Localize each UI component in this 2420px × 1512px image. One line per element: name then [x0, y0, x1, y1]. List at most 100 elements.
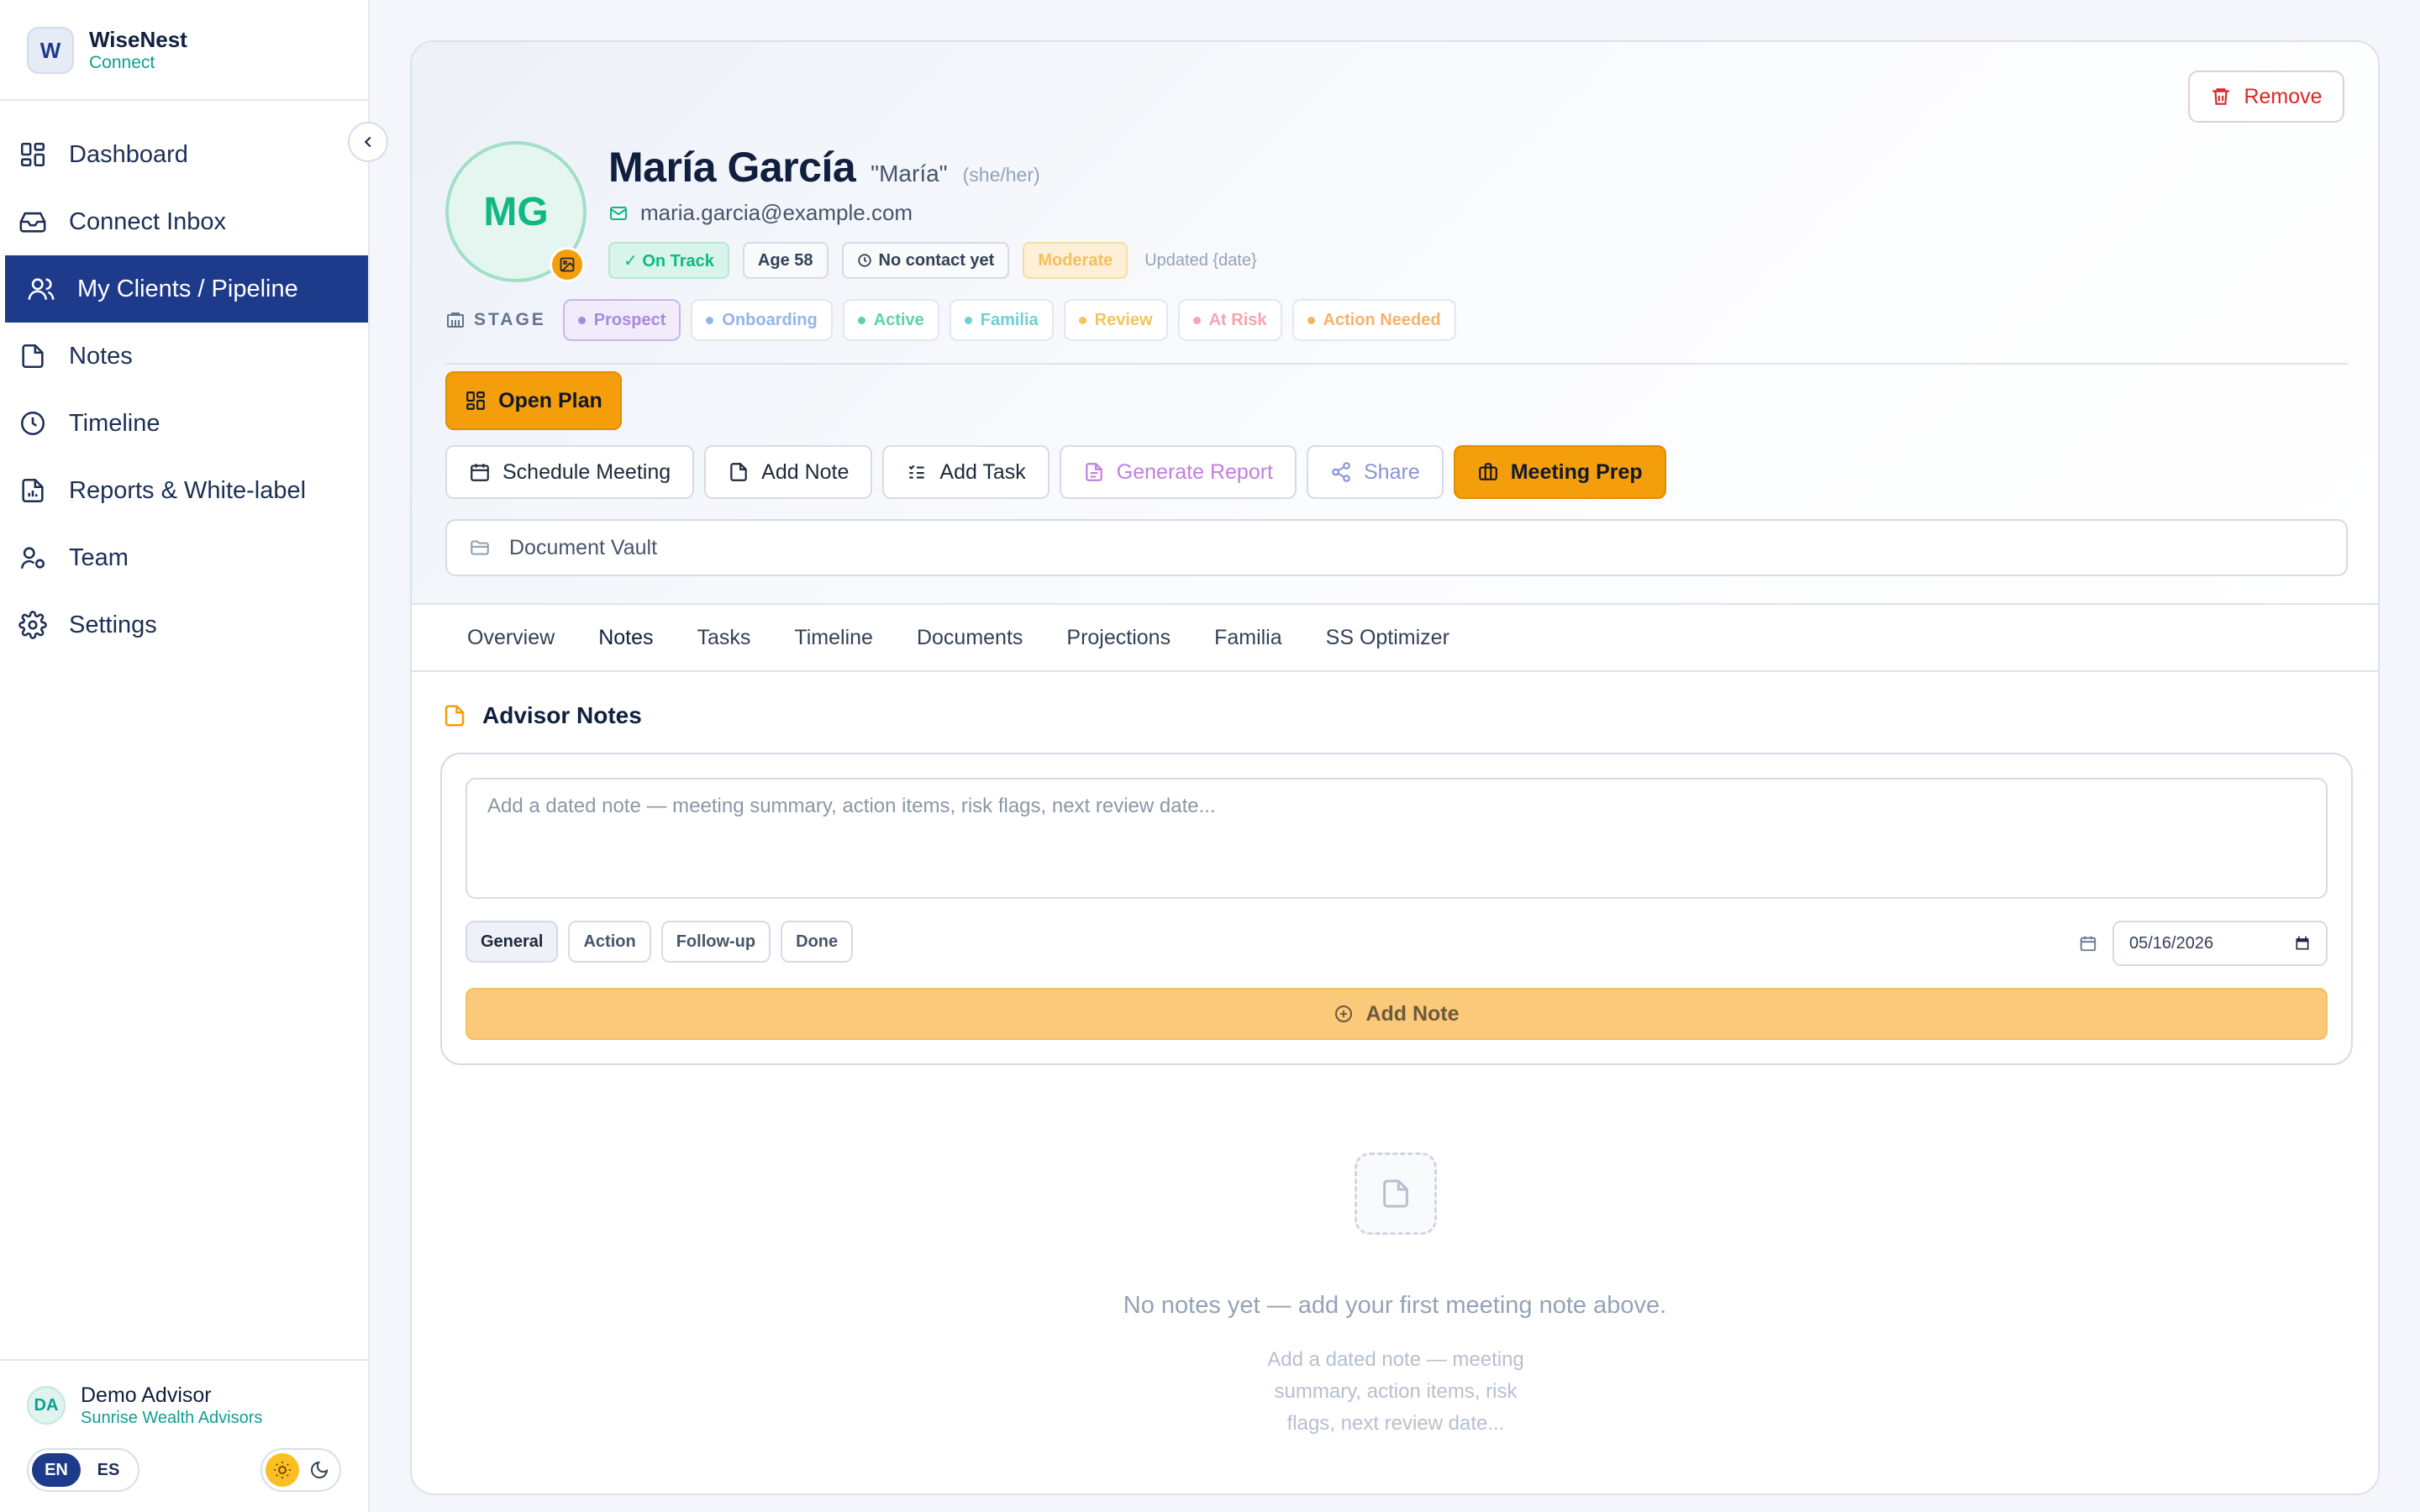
note-input[interactable]: [466, 778, 2328, 899]
stage-selector: STAGE Prospect Onboarding Active Familia…: [445, 299, 1456, 341]
collapse-sidebar-button[interactable]: [348, 122, 388, 162]
schedule-meeting-button[interactable]: Schedule Meeting: [445, 445, 695, 499]
sidebar-item-settings[interactable]: Settings: [0, 591, 368, 659]
lang-es-button[interactable]: ES: [84, 1453, 133, 1487]
share-button[interactable]: Share: [1307, 445, 1444, 499]
note-date: 05/16/2026: [2079, 921, 2328, 966]
generate-report-button[interactable]: Generate Report: [1059, 445, 1297, 499]
calendar-icon: [2080, 936, 2096, 952]
sidebar-item-timeline[interactable]: Timeline: [0, 390, 368, 457]
stage-review[interactable]: Review: [1063, 299, 1168, 341]
user-profile[interactable]: DA Demo Advisor Sunrise Wealth Advisors: [27, 1383, 262, 1428]
tab-ss-optimizer[interactable]: SS Optimizer: [1304, 605, 1471, 670]
image-icon: [560, 257, 575, 272]
building-icon: [447, 312, 464, 328]
mail-icon: [610, 206, 627, 220]
open-plan-button[interactable]: Open Plan: [445, 371, 622, 430]
calendar-picker-icon[interactable]: [2294, 935, 2311, 952]
stage-dot: [857, 316, 865, 324]
file-icon: [1383, 1179, 1408, 1208]
client-email[interactable]: maria.garcia@example.com: [608, 200, 913, 226]
sidebar-item-my-clients[interactable]: My Clients / Pipeline: [5, 255, 368, 323]
chip-general[interactable]: General: [466, 921, 559, 963]
briefcase-icon: [1478, 463, 1497, 480]
chip-follow-up[interactable]: Follow-up: [660, 921, 771, 963]
brand[interactable]: W WiseNest Connect: [27, 27, 187, 74]
stage-action-needed[interactable]: Action Needed: [1292, 299, 1456, 341]
add-task-button[interactable]: Add Task: [882, 445, 1050, 499]
tab-projections[interactable]: Projections: [1044, 605, 1192, 670]
stage-prospect[interactable]: Prospect: [562, 299, 681, 341]
trash-icon: [2212, 88, 2230, 105]
tab-familia[interactable]: Familia: [1192, 605, 1304, 670]
remove-label: Remove: [2244, 84, 2323, 108]
sidebar-item-dashboard[interactable]: Dashboard: [0, 121, 368, 188]
sidebar-item-label: Dashboard: [69, 140, 188, 168]
stage-at-risk[interactable]: At Risk: [1177, 299, 1282, 341]
email-text: maria.garcia@example.com: [640, 200, 913, 225]
stage-dot: [706, 316, 714, 324]
status-badge: ✓ On Track: [608, 242, 729, 279]
file-icon: [730, 463, 747, 481]
stage-familia[interactable]: Familia: [949, 299, 1054, 341]
theme-toggle: [260, 1448, 341, 1492]
brand-subtitle: Connect: [89, 53, 155, 72]
note-composer: General Action Follow-up Done 05/16/2026…: [440, 753, 2353, 1065]
sidebar-item-connect-inbox[interactable]: Connect Inbox: [0, 188, 368, 255]
add-note-action-button[interactable]: Add Note: [704, 445, 873, 499]
team-icon: [20, 547, 45, 569]
language-toggle: EN ES: [27, 1448, 139, 1492]
sidebar-item-notes[interactable]: Notes: [0, 323, 368, 390]
tab-timeline[interactable]: Timeline: [772, 605, 895, 670]
action-toolbar: Schedule Meeting Add Note Add Task Gener…: [445, 445, 1666, 499]
contact-badge: No contact yet: [841, 242, 1010, 279]
stage-dot: [577, 316, 586, 324]
date-input[interactable]: 05/16/2026: [2112, 921, 2328, 966]
client-pronouns: (she/her): [962, 164, 1040, 186]
users-icon: [28, 278, 55, 300]
sidebar-item-label: Timeline: [69, 409, 160, 437]
tab-tasks[interactable]: Tasks: [676, 605, 773, 670]
stage-dot: [1078, 316, 1086, 324]
client-name: María García: [608, 144, 856, 191]
user-org: Sunrise Wealth Advisors: [81, 1409, 263, 1427]
dark-mode-button[interactable]: [302, 1453, 336, 1487]
clock-icon: [857, 254, 871, 267]
document-icon: [1086, 463, 1102, 481]
sidebar: W WiseNest Connect Dashboard Connect Inb…: [0, 0, 370, 1512]
folder-icon: [471, 540, 489, 555]
chevron-left-icon: [364, 136, 371, 148]
lang-en-button[interactable]: EN: [32, 1453, 81, 1487]
chip-action[interactable]: Action: [568, 921, 651, 963]
light-mode-button[interactable]: [266, 1453, 299, 1487]
sun-icon: [274, 1462, 291, 1478]
sidebar-item-label: Notes: [69, 342, 133, 370]
chip-done[interactable]: Done: [781, 921, 854, 963]
tab-documents[interactable]: Documents: [895, 605, 1044, 670]
updated-text: Updated {date}: [1144, 250, 1257, 270]
clock-icon: [20, 411, 45, 436]
stage-active[interactable]: Active: [842, 299, 939, 341]
change-photo-button[interactable]: [550, 247, 585, 282]
tab-overview[interactable]: Overview: [445, 605, 576, 670]
grid-icon: [466, 391, 486, 410]
client-name-row: María García "María" (she/her): [608, 143, 1040, 192]
note-category-chips: General Action Follow-up Done: [466, 921, 854, 963]
calendar-icon: [471, 464, 489, 481]
sidebar-item-label: Settings: [69, 611, 157, 638]
add-note-submit-button[interactable]: Add Note: [466, 988, 2328, 1040]
tab-notes[interactable]: Notes: [576, 605, 675, 670]
stage-onboarding[interactable]: Onboarding: [691, 299, 833, 341]
sidebar-item-reports[interactable]: Reports & White-label: [0, 457, 368, 524]
brand-name: WiseNest: [89, 27, 187, 52]
remove-button[interactable]: Remove: [2188, 71, 2344, 123]
user-name: Demo Advisor: [81, 1383, 212, 1407]
avatar: DA: [27, 1386, 66, 1425]
meeting-prep-button[interactable]: Meeting Prep: [1453, 445, 1666, 499]
sidebar-item-team[interactable]: Team: [0, 524, 368, 591]
stage-label: STAGE: [445, 310, 546, 330]
brand-logo: W: [27, 27, 74, 74]
document-vault-button[interactable]: Document Vault: [445, 519, 2348, 576]
divider: [0, 99, 368, 101]
report-icon: [22, 478, 44, 503]
